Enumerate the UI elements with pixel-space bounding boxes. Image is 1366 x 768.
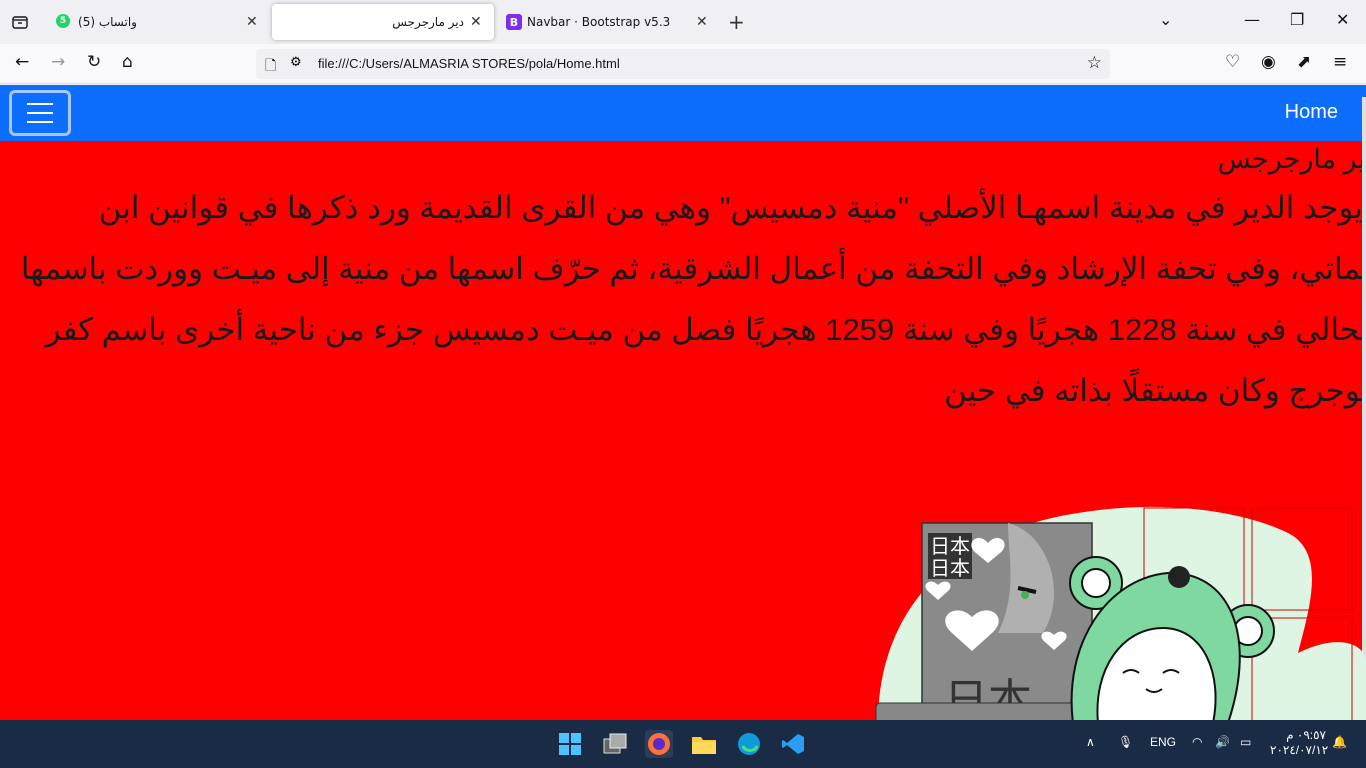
- url-text[interactable]: file:///C:/Users/ALMASRIA STORES/pola/Ho…: [318, 56, 620, 71]
- article: دير مارجرجس ويوجد الدير في مدينة اسمهـا …: [0, 141, 1366, 421]
- wifi-icon[interactable]: ◠: [1192, 735, 1202, 749]
- close-tab-icon[interactable]: ✕: [696, 14, 708, 30]
- home-icon[interactable]: ⌂: [122, 52, 133, 72]
- tab-bootstrap[interactable]: B Navbar · Bootstrap v5.3 ✕: [500, 4, 716, 40]
- back-arrow-icon[interactable]: ←: [15, 52, 29, 72]
- tab-whatsapp[interactable]: 5 واتساب (5) ✕: [44, 4, 266, 40]
- chevron-up-icon[interactable]: ∧: [1086, 735, 1095, 749]
- windows-start-icon[interactable]: [556, 730, 584, 758]
- file-explorer-icon[interactable]: [690, 730, 718, 758]
- forward-arrow-icon[interactable]: →: [51, 52, 65, 72]
- anime-illustration: 日本 日本 日本: [875, 506, 1366, 720]
- page-content: Home دير مارجرجس ويوجد الدير في مدينة اس…: [0, 85, 1366, 720]
- edge-icon[interactable]: [735, 730, 763, 758]
- illustration-kanji: 日本: [930, 534, 970, 558]
- permissions-icon[interactable]: ⚙: [290, 55, 302, 70]
- browser-toolbar: ← → ↻ ⌂ 🗋 ⚙ file:///C:/Users/ALMASRIA ST…: [0, 44, 1366, 84]
- tab-list-icon: [12, 16, 28, 29]
- language-indicator[interactable]: ENG: [1150, 735, 1176, 749]
- hamburger-line: [27, 103, 53, 105]
- close-window-icon[interactable]: ✕: [1336, 10, 1349, 29]
- tab-strip: 5 واتساب (5) ✕ دير مارجرجس ✕ B Navbar · …: [0, 0, 1366, 44]
- article-body: ويوجد الدير في مدينة اسمهـا الأصلي "منية…: [20, 190, 1366, 408]
- time-text: ٠٩:٥٧ م: [1286, 728, 1326, 742]
- site-navbar: Home: [0, 85, 1366, 141]
- notification-bell-icon[interactable]: 🔔: [1332, 735, 1347, 749]
- minimize-icon[interactable]: —: [1244, 10, 1260, 29]
- bookmark-star-icon[interactable]: ☆: [1087, 53, 1102, 73]
- tab-title: دير مارجرجس: [392, 15, 464, 29]
- menu-icon[interactable]: ≡: [1333, 52, 1347, 72]
- firefox-icon[interactable]: [645, 730, 673, 758]
- navbar-toggler-button[interactable]: [9, 90, 71, 136]
- bootstrap-icon: B: [506, 14, 522, 30]
- chevron-down-icon[interactable]: ⌄: [1159, 10, 1172, 29]
- microphone-icon[interactable]: 🎙: [1118, 735, 1133, 749]
- reload-icon[interactable]: ↻: [87, 52, 101, 72]
- page-icon: 🗋: [265, 58, 277, 74]
- extensions-icon[interactable]: ⬈: [1297, 52, 1311, 72]
- new-tab-plus-icon[interactable]: +: [728, 10, 745, 34]
- task-view-icon[interactable]: [601, 730, 629, 758]
- hamburger-line: [27, 112, 53, 114]
- taskbar: ∧ 🎙 ENG ◠ 🔊 ▭ ٠٩:٥٧ م ٢٠٢٤/٠٧/١٢ 🔔: [0, 720, 1366, 768]
- close-tab-icon[interactable]: ✕: [246, 14, 258, 30]
- tab-title: واتساب (5): [78, 15, 137, 29]
- restore-icon[interactable]: ❐: [1290, 10, 1304, 29]
- volume-icon[interactable]: 🔊: [1215, 735, 1230, 749]
- date-text: ٢٠٢٤/٠٧/١٢: [1270, 743, 1329, 757]
- tab-list-button[interactable]: [6, 8, 34, 36]
- tab-active[interactable]: دير مارجرجس ✕: [272, 4, 494, 40]
- vscode-icon[interactable]: [779, 730, 807, 758]
- url-bar[interactable]: 🗋 ⚙ file:///C:/Users/ALMASRIA STORES/pol…: [256, 49, 1110, 79]
- tab-title: Navbar · Bootstrap v5.3: [527, 15, 671, 29]
- whatsapp-icon: 5: [56, 14, 70, 28]
- page-title: دير مارجرجس: [1217, 144, 1366, 174]
- pocket-icon[interactable]: ♡: [1225, 52, 1240, 72]
- clock[interactable]: ٠٩:٥٧ م ٢٠٢٤/٠٧/١٢: [1270, 728, 1329, 758]
- illustration-kanji: 日本: [930, 556, 970, 580]
- battery-icon[interactable]: ▭: [1240, 735, 1251, 749]
- hamburger-line: [27, 121, 53, 123]
- home-link[interactable]: Home: [1285, 101, 1338, 124]
- account-icon[interactable]: ◉: [1261, 52, 1276, 72]
- close-tab-icon[interactable]: ✕: [470, 14, 482, 30]
